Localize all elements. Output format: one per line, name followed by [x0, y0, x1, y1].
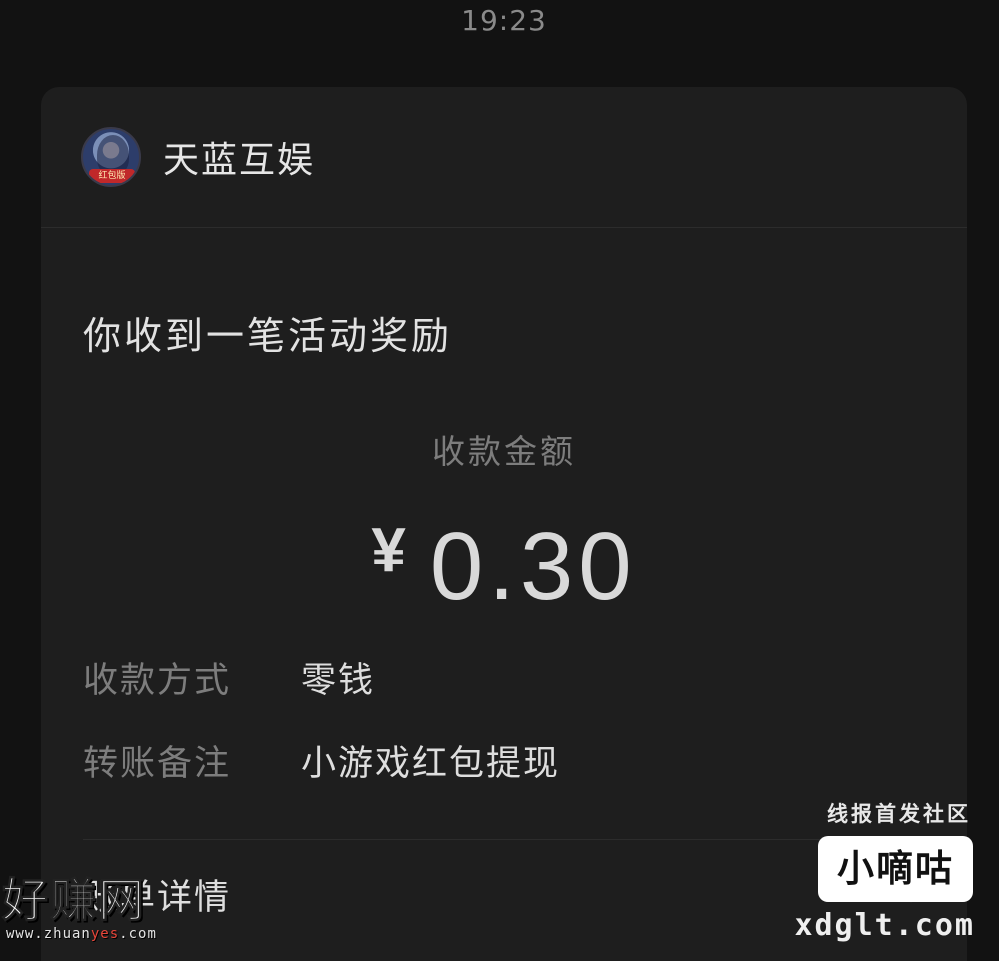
watermark-url-highlight: yes — [90, 926, 120, 942]
status-bar-time: 19:23 — [461, 4, 547, 37]
detail-row-transfer-note: 转账备注 小游戏红包提现 — [83, 735, 560, 786]
watermark-left-title: 好赚网 — [2, 873, 146, 928]
card-header[interactable]: 红包版 天蓝互娱 — [41, 87, 967, 228]
message-title: 你收到一笔活动奖励 — [83, 314, 453, 358]
watermark-left-url: www.zhuanyes.com — [6, 926, 202, 942]
detail-value: 零钱 — [301, 661, 376, 701]
amount-display: ¥0.30 — [41, 512, 967, 622]
avatar-badge: 红包版 — [89, 169, 135, 183]
screen: 19:23 红包版 天蓝互娱 你收到一笔活动奖励 收款金额 ¥0.30 收款方式… — [0, 0, 999, 961]
detail-label: 转账备注 — [83, 744, 232, 784]
currency-symbol: ¥ — [371, 516, 406, 585]
amount-label: 收款金额 — [432, 432, 576, 471]
detail-row-payment-method: 收款方式 零钱 — [83, 652, 375, 703]
detail-label: 收款方式 — [83, 661, 232, 701]
app-name[interactable]: 天蓝互娱 — [163, 131, 315, 183]
amount-value: 0.30 — [429, 513, 637, 620]
watermark-tag: 线报首发社区 — [827, 802, 971, 826]
detail-value: 小游戏红包提现 — [301, 744, 561, 784]
watermark-domain: xdglt.com — [794, 908, 975, 943]
avatar[interactable]: 红包版 — [81, 127, 141, 187]
watermark-url-prefix: www.zhuan — [6, 926, 91, 942]
watermark-logo: 小嘀咕 — [818, 836, 973, 902]
payment-notification-card[interactable]: 红包版 天蓝互娱 你收到一笔活动奖励 收款金额 ¥0.30 收款方式 零钱 转账… — [41, 87, 967, 961]
watermark-left: 好赚网 www.zhuanyes.com — [2, 864, 202, 954]
watermark-url-suffix: .com — [119, 926, 157, 942]
